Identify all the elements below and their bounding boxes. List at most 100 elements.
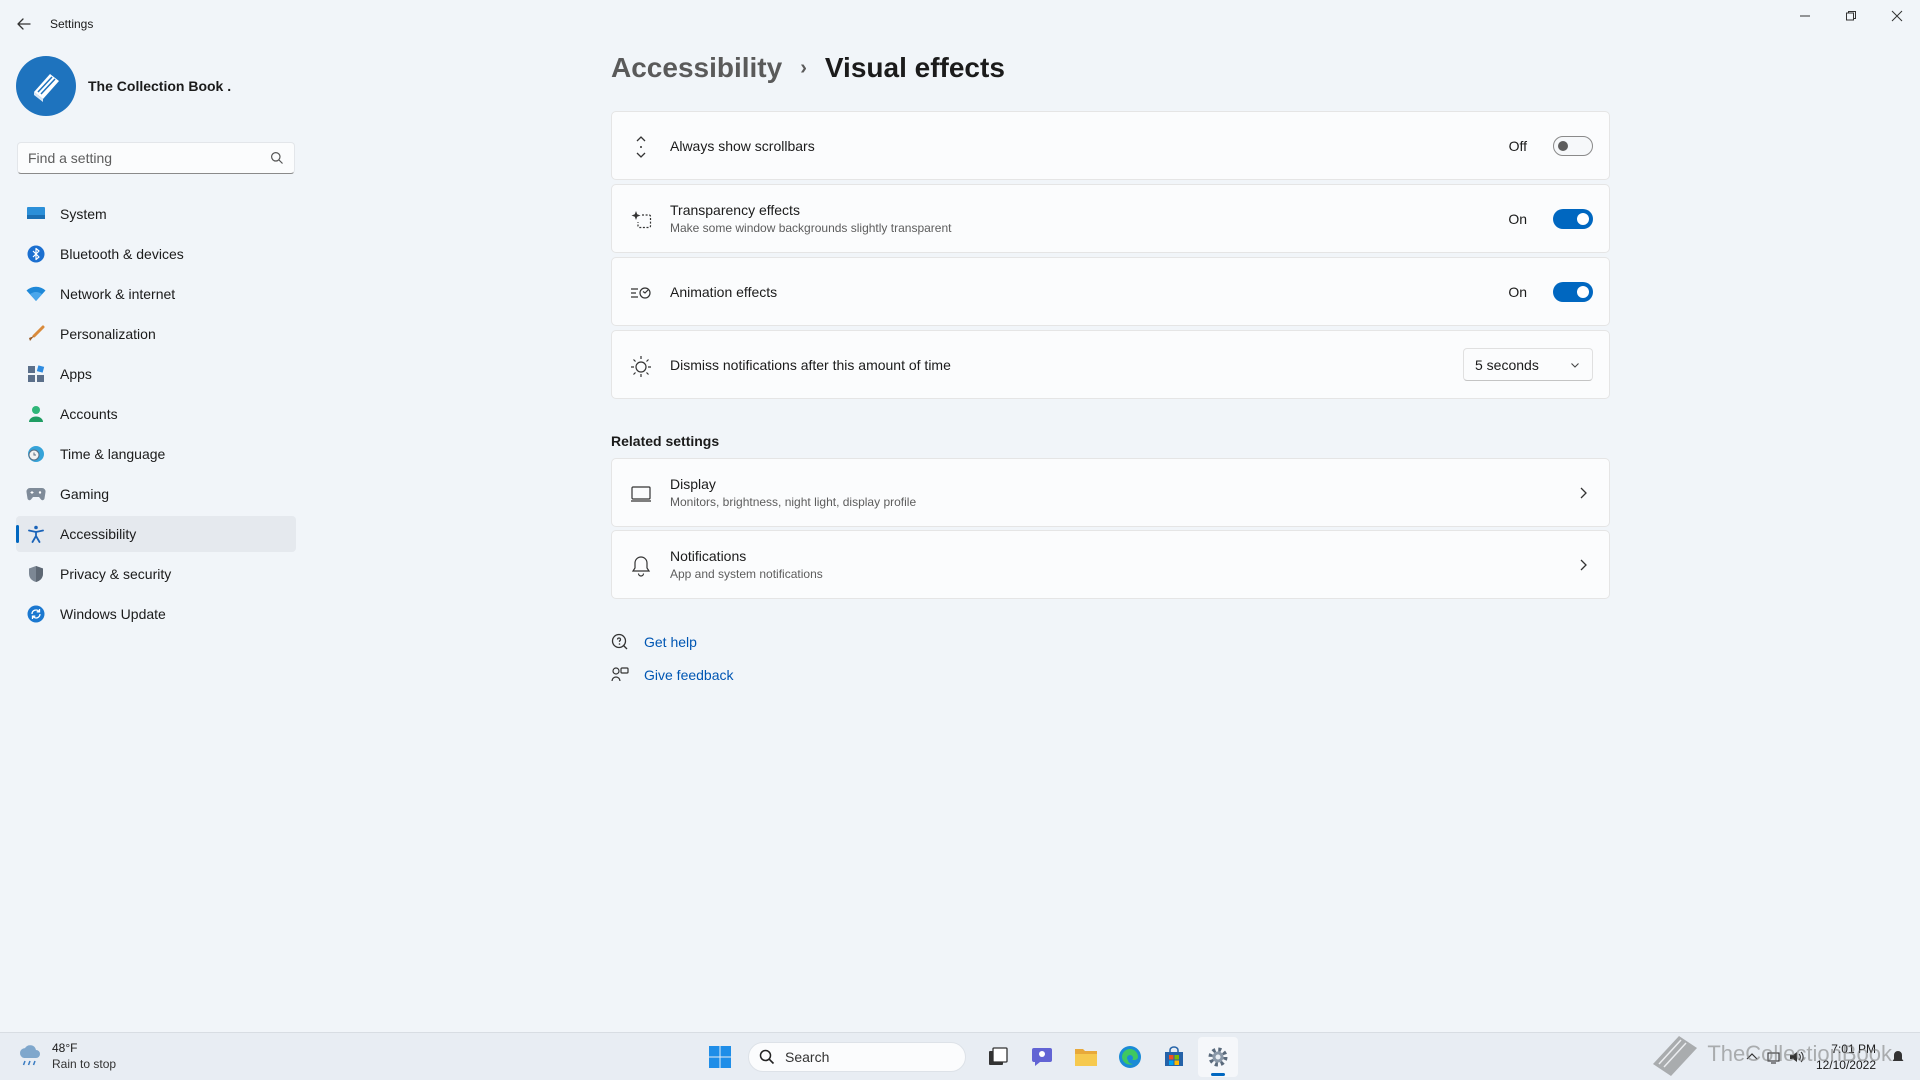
back-arrow-icon[interactable] [14, 14, 34, 34]
chevron-right-icon [1580, 487, 1587, 499]
scrollbar-arrows-icon [630, 136, 652, 158]
setting-card-dismiss-notifications: Dismiss notifications after this amount … [611, 330, 1610, 399]
weather-widget[interactable]: 48°F Rain to stop [16, 1041, 116, 1071]
sidebar-item-label: Accessibility [60, 526, 137, 542]
sidebar-item-network[interactable]: Network & internet [16, 276, 296, 312]
window-controls [1782, 0, 1920, 32]
sidebar-item-bluetooth[interactable]: Bluetooth & devices [16, 236, 296, 272]
chevron-right-icon [1580, 559, 1587, 571]
minimize-icon[interactable] [1782, 0, 1828, 32]
brush-icon [26, 324, 46, 344]
sidebar-item-label: Apps [60, 366, 92, 382]
sidebar-item-windows-update[interactable]: Windows Update [16, 596, 296, 632]
scrollbars-toggle[interactable] [1553, 136, 1593, 156]
sidebar-item-system[interactable]: System [16, 196, 296, 232]
toggle-state-label: On [1508, 284, 1527, 300]
breadcrumb: Accessibility › Visual effects [611, 52, 1005, 84]
sidebar-item-label: Windows Update [60, 606, 166, 622]
start-button[interactable] [700, 1037, 740, 1077]
get-help-link[interactable]: Get help [644, 634, 697, 650]
chevron-down-icon [1571, 363, 1579, 368]
toggle-knob [1577, 213, 1589, 225]
setting-title: Display [670, 476, 716, 492]
setting-description: App and system notifications [670, 567, 823, 581]
folder-icon [1075, 1049, 1097, 1066]
breadcrumb-separator: › [800, 56, 807, 79]
edge-button[interactable] [1110, 1037, 1150, 1077]
gamepad-icon [26, 484, 46, 504]
help-chat-icon [611, 633, 628, 650]
teams-chat-button[interactable] [1022, 1037, 1062, 1077]
setting-description: Make some window backgrounds slightly tr… [670, 221, 952, 235]
setting-description: Monitors, brightness, night light, displ… [670, 495, 917, 509]
toggle-knob [1577, 286, 1589, 298]
sidebar-item-label: Time & language [60, 446, 166, 462]
give-feedback-row[interactable]: Give feedback [611, 666, 734, 684]
sidebar-item-accounts[interactable]: Accounts [16, 396, 296, 432]
notification-bell-icon[interactable] [1890, 1049, 1906, 1065]
sidebar-item-apps[interactable]: Apps [16, 356, 296, 392]
find-setting-box[interactable] [17, 142, 295, 174]
sidebar-item-gaming[interactable]: Gaming [16, 476, 296, 512]
gear-icon [1208, 1047, 1228, 1067]
breadcrumb-parent[interactable]: Accessibility [611, 52, 782, 84]
file-explorer-button[interactable] [1066, 1037, 1106, 1077]
animation-icon [630, 282, 652, 304]
watermark: TheCollectionBook [1649, 1030, 1892, 1078]
sidebar-item-personalization[interactable]: Personalization [16, 316, 296, 352]
find-setting-input[interactable] [18, 143, 248, 173]
accessibility-icon [26, 524, 46, 544]
update-icon [26, 604, 46, 624]
page-title: Visual effects [824, 52, 1005, 83]
bluetooth-icon [26, 244, 46, 264]
app-title: Settings [50, 17, 94, 31]
watermark-text: TheCollectionBook [1707, 1041, 1892, 1066]
toggle-state-label: On [1508, 211, 1527, 227]
setting-title: Always show scrollbars [670, 137, 815, 154]
settings-window: Settings The Collection Book . Find a se… [0, 0, 1920, 1032]
taskbar-search-label: Search [785, 1049, 830, 1065]
wifi-icon [26, 284, 46, 304]
animation-toggle[interactable] [1553, 282, 1593, 302]
setting-card-transparency: Transparency effects Make some window ba… [611, 184, 1610, 253]
search-icon[interactable] [270, 151, 284, 165]
setting-card-scrollbars: Always show scrollbars Off [611, 111, 1610, 180]
store-button[interactable] [1154, 1037, 1194, 1077]
rain-cloud-icon [19, 1045, 40, 1066]
edge-browser-icon [1119, 1046, 1141, 1068]
give-feedback-link[interactable]: Give feedback [644, 667, 734, 683]
sidebar-item-time-language[interactable]: Time & language [16, 436, 296, 472]
display-icon [630, 483, 652, 505]
related-card-display[interactable]: Display Monitors, brightness, night ligh… [611, 458, 1610, 527]
task-view-button[interactable] [978, 1037, 1018, 1077]
get-help-row[interactable]: Get help [611, 633, 697, 651]
store-icon [1165, 1046, 1183, 1066]
book-watermark-icon [1653, 1036, 1698, 1076]
taskbar-search[interactable]: Search [748, 1042, 966, 1072]
taskbar: 48°F Rain to stop Search 7:01 PM 12/10/2… [0, 1032, 1920, 1080]
globe-clock-icon [26, 444, 46, 464]
avatar [16, 56, 76, 116]
user-profile[interactable]: The Collection Book . [16, 56, 231, 116]
transparency-icon [630, 209, 652, 231]
sidebar-item-label: Personalization [60, 326, 156, 342]
sidebar-item-privacy[interactable]: Privacy & security [16, 556, 296, 592]
feedback-icon [611, 667, 629, 682]
toggle-state-label: Off [1508, 138, 1527, 154]
related-card-notifications[interactable]: Notifications App and system notificatio… [611, 530, 1610, 599]
weather-description: Rain to stop [52, 1057, 117, 1071]
setting-title: Dismiss notifications after this amount … [670, 356, 951, 373]
dismiss-time-dropdown[interactable]: 5 seconds [1463, 348, 1593, 381]
sidebar-item-label: Privacy & security [60, 566, 172, 582]
setting-title: Notifications [670, 548, 747, 564]
sidebar-item-accessibility[interactable]: Accessibility [16, 516, 296, 552]
restore-icon[interactable] [1828, 0, 1874, 32]
settings-app-button[interactable] [1198, 1037, 1238, 1077]
sidebar-item-label: Gaming [60, 486, 110, 502]
weather-temperature: 48°F [52, 1041, 78, 1055]
transparency-toggle[interactable] [1553, 209, 1593, 229]
profile-name: The Collection Book . [88, 78, 232, 94]
shield-icon [26, 564, 46, 584]
close-icon[interactable] [1874, 0, 1920, 32]
sidebar-item-label: System [60, 206, 107, 222]
